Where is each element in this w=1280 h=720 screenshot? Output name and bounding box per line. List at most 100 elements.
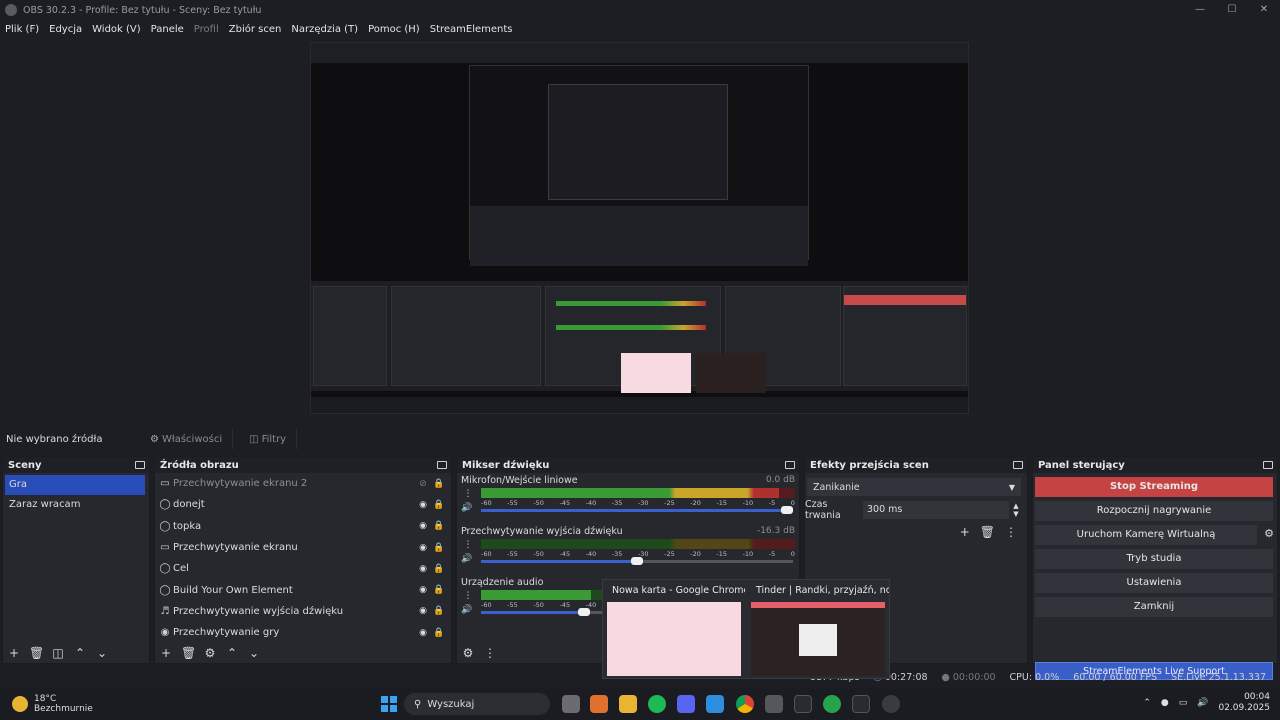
add-icon[interactable]: + — [159, 646, 173, 660]
eye-icon[interactable]: ◉ — [415, 628, 431, 638]
menu-edit[interactable]: Edycja — [44, 24, 87, 35]
exit-button[interactable]: Zamknij — [1035, 597, 1273, 617]
eye-icon[interactable]: ◉ — [415, 543, 431, 553]
slider-knob[interactable] — [631, 557, 644, 565]
slider-knob[interactable] — [578, 608, 591, 616]
lock-icon[interactable]: 🔒 — [431, 606, 447, 616]
speaker-icon[interactable]: 🔊 — [461, 554, 472, 564]
trash-icon[interactable]: 🗑 — [181, 646, 196, 660]
more-icon[interactable]: ⋮ — [461, 591, 475, 601]
chrome-icon[interactable] — [736, 695, 754, 713]
eye-icon[interactable]: ◉ — [415, 564, 431, 574]
chevron-up-icon[interactable]: ⌃ — [225, 646, 239, 660]
source-item[interactable]: ◯ Build Your Own Element ◉ 🔒 — [155, 579, 451, 600]
speaker-icon[interactable]: 🔊 — [461, 503, 472, 513]
display-icon[interactable]: ▭ — [1179, 698, 1188, 708]
menu-help[interactable]: Pomoc (H) — [363, 24, 425, 35]
lock-icon[interactable]: 🔒 — [431, 500, 447, 510]
source-item[interactable]: ◉ Przechwytywanie gry ◉ 🔒 — [155, 622, 451, 643]
windows-start-icon[interactable] — [381, 696, 397, 712]
start-recording-button[interactable]: Rozpocznij nagrywanie — [1035, 501, 1273, 521]
lock-icon[interactable]: 🔒 — [431, 543, 447, 553]
slider-knob[interactable] — [781, 506, 793, 514]
properties-button[interactable]: ⚙ Właściwości — [140, 429, 234, 449]
source-item[interactable]: ♬ Przechwytywanie wyjścia dźwięku ◉ 🔒 — [155, 601, 451, 622]
undock-icon[interactable] — [785, 461, 795, 469]
eye-off-icon[interactable]: ⊘ — [415, 479, 431, 489]
duration-input[interactable]: 300 ms — [863, 501, 1009, 519]
stepper-icon[interactable]: ▲ ▼ — [1009, 502, 1023, 518]
close-icon[interactable]: ✕ — [1248, 0, 1280, 20]
studio-mode-button[interactable]: Tryb studia — [1035, 549, 1273, 569]
gear-icon[interactable]: ⚙ — [203, 646, 217, 660]
lock-icon[interactable]: 🔒 — [431, 628, 447, 638]
mic-icon[interactable]: ● — [1161, 698, 1169, 708]
add-icon[interactable]: + — [960, 525, 970, 539]
eye-icon[interactable]: ◉ — [415, 500, 431, 510]
discord-icon[interactable] — [677, 695, 695, 713]
menu-view[interactable]: Widok (V) — [87, 24, 146, 35]
chevron-down-icon[interactable]: ⌄ — [247, 646, 261, 660]
app-f-icon[interactable] — [706, 695, 724, 713]
taskbar-search[interactable]: ⚲ Wyszukaj — [404, 693, 550, 715]
app-green-icon[interactable] — [823, 695, 841, 713]
eye-icon[interactable]: ◉ — [415, 521, 431, 531]
undock-icon[interactable] — [1013, 461, 1023, 469]
maximize-icon[interactable]: ☐ — [1216, 0, 1248, 20]
volume-slider[interactable] — [481, 506, 793, 514]
chevron-up-icon[interactable]: ⌃ — [1143, 698, 1151, 708]
file-explorer-icon[interactable] — [619, 695, 637, 713]
source-item[interactable]: ◯ topka ◉ 🔒 — [155, 516, 451, 537]
source-item[interactable]: ◯ Cel ◉ 🔒 — [155, 558, 451, 579]
more-icon[interactable]: ⋮ — [461, 489, 475, 499]
chevron-down-icon[interactable]: ⌄ — [95, 646, 109, 660]
volume-icon[interactable]: 🔊 — [1197, 698, 1208, 708]
minimize-icon[interactable]: — — [1184, 0, 1216, 20]
more-icon[interactable]: ⋮ — [461, 540, 475, 550]
stop-streaming-button[interactable]: Stop Streaming — [1035, 477, 1273, 497]
terminal-icon[interactable] — [852, 695, 870, 713]
more-icon[interactable]: ⋮ — [483, 646, 497, 660]
settings-button[interactable]: Ustawienia — [1035, 573, 1273, 593]
terminal-icon[interactable] — [794, 695, 812, 713]
scene-item-gra[interactable]: Gra — [5, 475, 145, 495]
source-item[interactable]: ▭ Przechwytywanie ekranu 2 ⊘ 🔒 — [155, 473, 451, 494]
task-view-icon[interactable] — [562, 695, 580, 713]
lock-icon[interactable]: 🔒 — [431, 521, 447, 531]
gear-icon[interactable]: ⚙ — [1261, 527, 1277, 540]
add-icon[interactable]: + — [7, 646, 21, 660]
filter-icon[interactable]: ◫ — [51, 646, 65, 660]
undock-icon[interactable] — [437, 461, 447, 469]
menu-docks[interactable]: Panele — [146, 24, 189, 35]
more-icon[interactable]: ⋮ — [1005, 525, 1017, 539]
transition-select[interactable]: Zanikanie ▼ — [807, 478, 1021, 496]
scene-item-zaraz-wracam[interactable]: Zaraz wracam — [3, 495, 149, 515]
eye-icon[interactable]: ◉ — [415, 606, 431, 616]
menu-tools[interactable]: Narzędzia (T) — [286, 24, 363, 35]
obs-icon[interactable] — [882, 695, 900, 713]
menu-file[interactable]: Plik (F) — [0, 24, 44, 35]
chrome-window-preview[interactable]: Nowa karta - Google Chrome — [603, 580, 745, 678]
undock-icon[interactable] — [1263, 461, 1273, 469]
app-icon[interactable] — [765, 695, 783, 713]
source-item[interactable]: ◯ donejt ◉ 🔒 — [155, 494, 451, 515]
chevron-up-icon[interactable]: ⌃ — [73, 646, 87, 660]
menu-profile[interactable]: Profil — [189, 24, 224, 35]
virtual-camera-button[interactable]: Uruchom Kamerę Wirtualną — [1035, 525, 1257, 545]
trash-icon[interactable]: 🗑 — [980, 525, 995, 539]
lock-icon[interactable]: 🔒 — [431, 479, 447, 489]
menu-scene-collection[interactable]: Zbiór scen — [224, 24, 287, 35]
volume-slider[interactable] — [481, 557, 793, 565]
clock[interactable]: 00:04 02.09.2025 — [1218, 692, 1270, 714]
trash-icon[interactable]: 🗑 — [29, 646, 44, 660]
lock-icon[interactable]: 🔒 — [431, 564, 447, 574]
menu-streamelements[interactable]: StreamElements — [425, 24, 518, 35]
spotify-icon[interactable] — [648, 695, 666, 713]
eye-icon[interactable]: ◉ — [415, 585, 431, 595]
lock-icon[interactable]: 🔒 — [431, 585, 447, 595]
weather-widget[interactable]: 18°C Bezchmurnie — [12, 694, 93, 714]
undock-icon[interactable] — [135, 461, 145, 469]
brave-icon[interactable] — [590, 695, 608, 713]
program-preview[interactable] — [310, 42, 969, 414]
filters-button[interactable]: ◫ Filtry — [239, 429, 298, 449]
